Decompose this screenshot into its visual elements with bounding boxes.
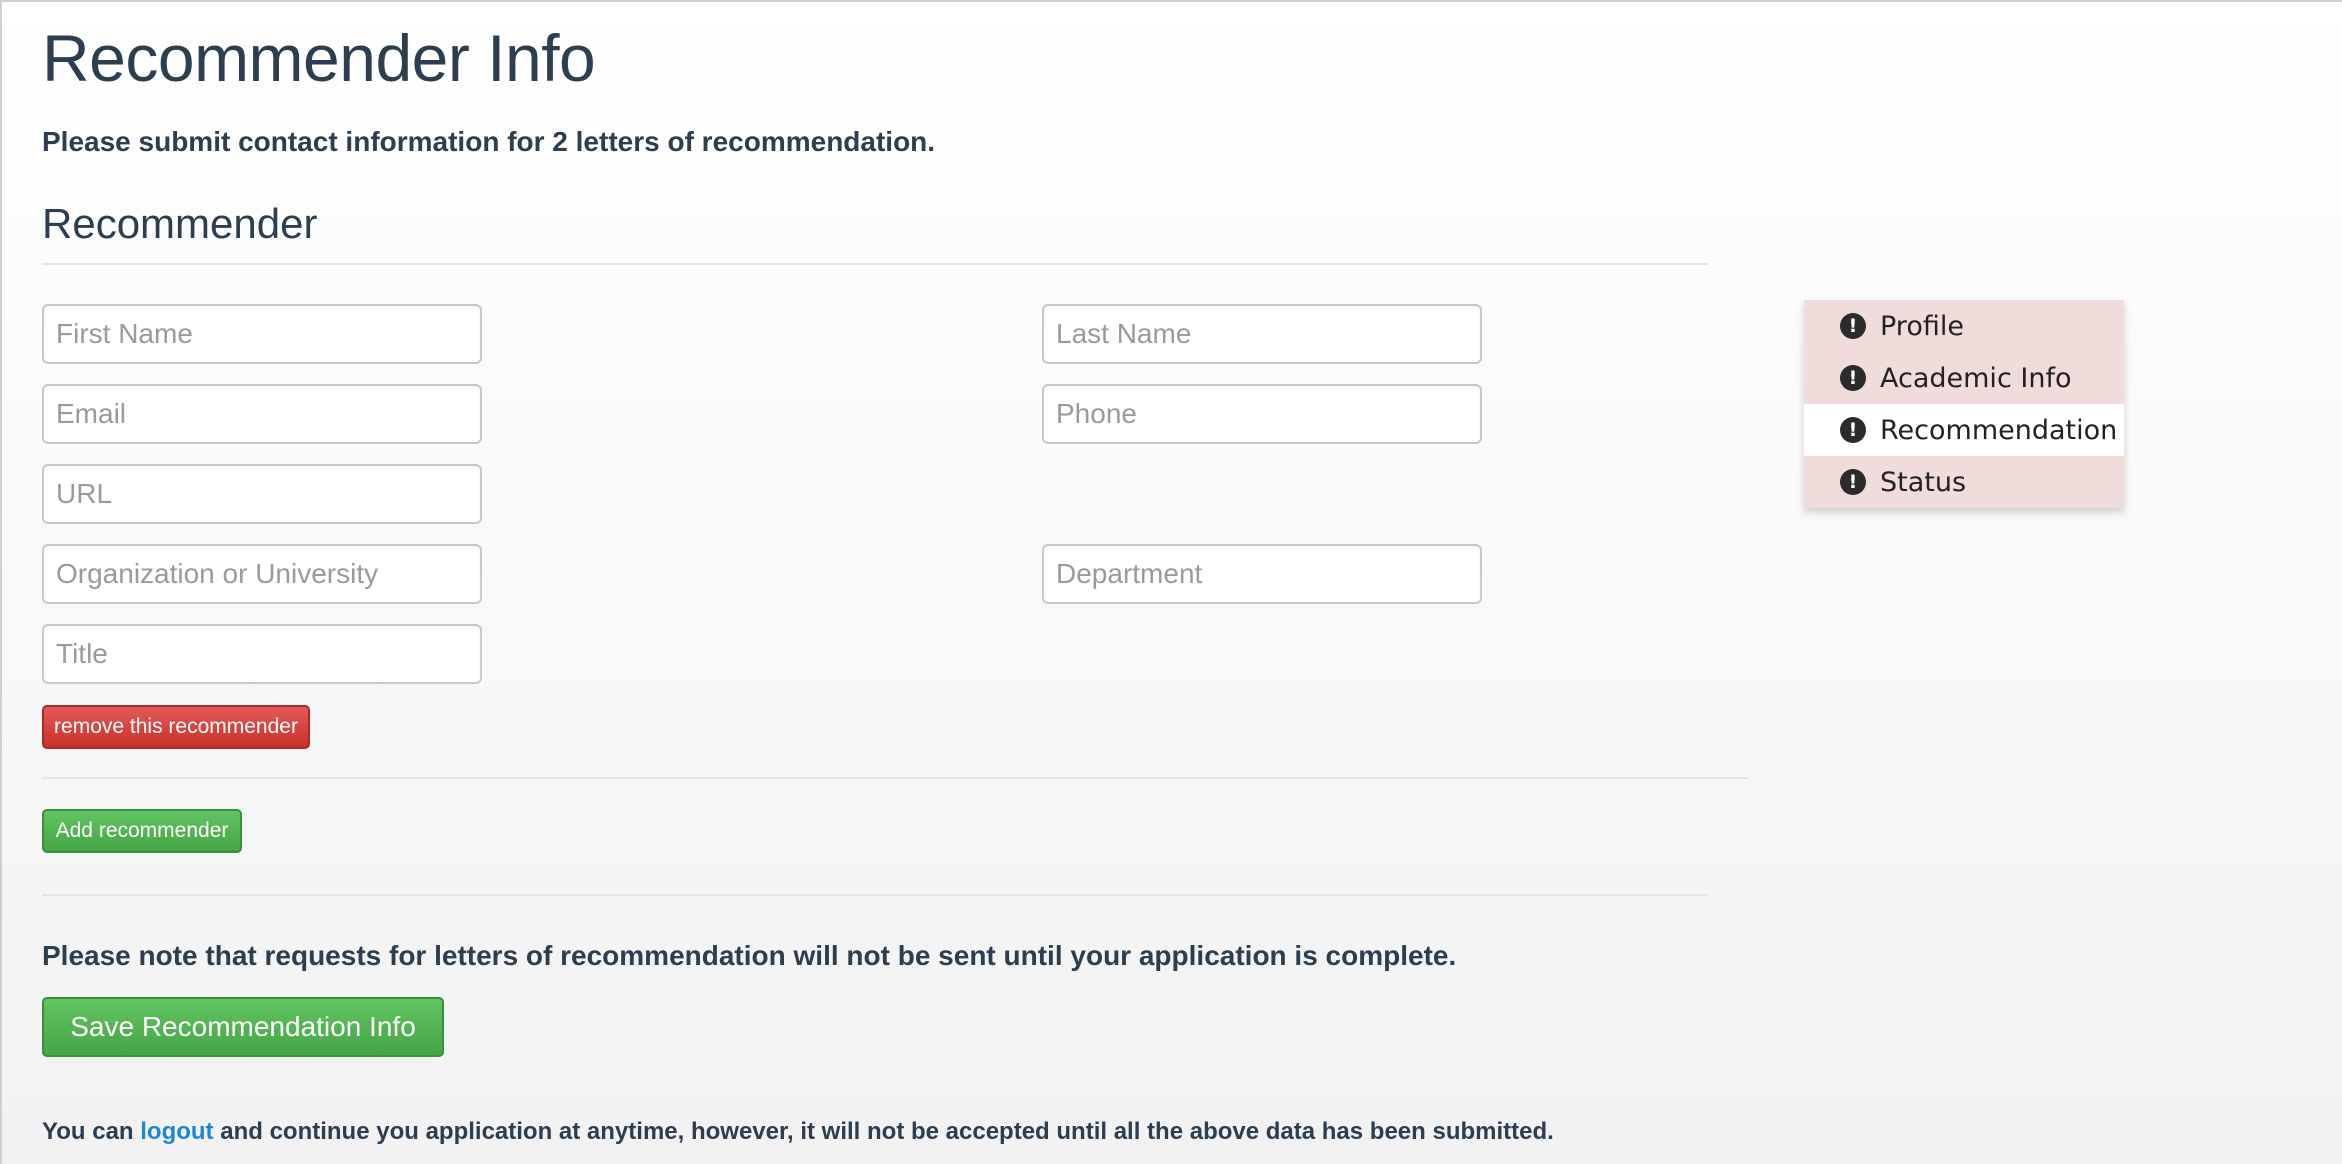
side-nav-item-profile[interactable]: ! Profile [1804,300,2124,352]
url-input[interactable] [42,464,482,524]
save-recommendation-button[interactable]: Save Recommendation Info [42,997,444,1057]
side-nav-item-academic-info[interactable]: ! Academic Info [1804,352,2124,404]
remove-recommender-button[interactable]: remove this recommender [42,705,310,749]
exclamation-circle-icon: ! [1840,365,1866,391]
side-nav-item-recommendation[interactable]: ! Recommendation [1804,404,2124,456]
side-nav-item-status[interactable]: ! Status [1804,456,2124,508]
side-nav-item-label: Profile [1880,310,1964,342]
divider-before-note [42,894,1708,896]
title-input[interactable] [42,624,482,684]
last-name-input[interactable] [1042,304,1482,364]
first-name-input[interactable] [42,304,482,364]
exclamation-circle-icon: ! [1840,417,1866,443]
organization-input[interactable] [42,544,482,604]
intro-text: Please submit contact information for 2 … [42,126,936,157]
recommender-section-title: Recommender [42,200,318,247]
side-nav: ! Profile ! Academic Info ! Recommendati… [1804,300,2124,508]
divider-after-recommender [42,777,1748,779]
footer-note: You can logout and continue you applicat… [42,1118,1554,1146]
phone-input[interactable] [1042,384,1482,444]
email-input[interactable] [42,384,482,444]
logout-link[interactable]: logout [140,1118,213,1145]
section-divider [42,263,1708,265]
footer-text-after: and continue you application at anytime,… [213,1118,1554,1145]
exclamation-circle-icon: ! [1840,469,1866,495]
requests-note: Please note that requests for letters of… [42,940,1457,971]
department-input[interactable] [1042,544,1482,604]
side-nav-item-label: Recommendation [1880,414,2118,446]
side-nav-item-label: Status [1880,466,1967,498]
page-title: Recommender Info [42,21,596,95]
exclamation-circle-icon: ! [1840,313,1866,339]
side-nav-item-label: Academic Info [1880,362,2072,394]
footer-text-before: You can [42,1118,141,1145]
add-recommender-button[interactable]: Add recommender [42,809,242,853]
